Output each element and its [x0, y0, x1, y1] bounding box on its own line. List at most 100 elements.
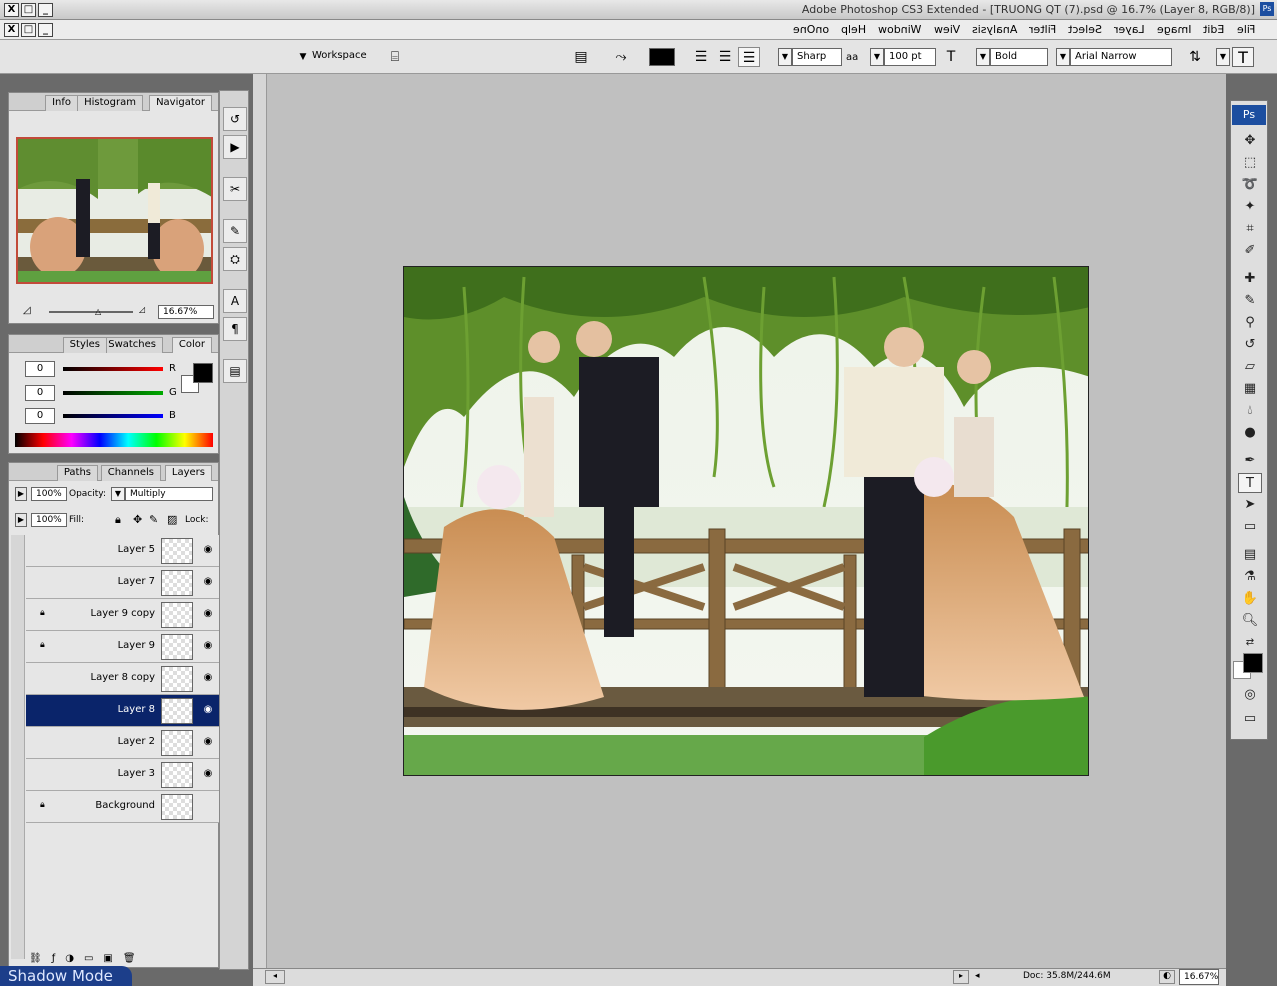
tool-presets-icon[interactable]: ✂: [223, 177, 247, 201]
lock-transparency-icon[interactable]: ▨: [167, 513, 177, 526]
status-zoom-field[interactable]: 16.67%: [1179, 969, 1219, 985]
notes-tool-icon[interactable]: ▤: [1238, 545, 1262, 565]
navigator-zoom-field[interactable]: 16.67%: [158, 305, 214, 319]
layer-thumbnail[interactable]: [161, 538, 193, 564]
layer-thumbnail[interactable]: [161, 794, 193, 820]
status-menu-icon[interactable]: ▸: [953, 970, 969, 984]
restore-button[interactable]: □: [21, 3, 36, 17]
layer-row[interactable]: Background 🔒︎: [26, 791, 219, 823]
layers-scrollbar[interactable]: [11, 535, 25, 959]
warp-text-icon[interactable]: ⤳: [610, 47, 632, 67]
font-family-dropdown[interactable]: ▼: [1056, 48, 1070, 66]
blur-tool-icon[interactable]: 💧︎: [1238, 401, 1262, 421]
menu-onone[interactable]: onOne: [793, 23, 829, 36]
brush-tool-icon[interactable]: ✎: [1238, 291, 1262, 311]
layer-row[interactable]: ◉ Layer 9 copy 🔒︎: [26, 599, 219, 631]
quick-mask-icon[interactable]: ◎: [1238, 685, 1262, 705]
tab-color[interactable]: Color: [171, 337, 212, 353]
hand-tool-icon[interactable]: ✋: [1238, 589, 1262, 609]
menu-filter[interactable]: Filter: [1029, 23, 1056, 36]
zoom-slider-handle[interactable]: △: [95, 307, 101, 316]
eye-icon[interactable]: ◉: [200, 542, 216, 558]
tab-layers[interactable]: Layers: [164, 465, 212, 481]
menu-window[interactable]: Window: [878, 23, 921, 36]
zoom-in-icon[interactable]: ◿: [139, 305, 145, 314]
fill-stepper[interactable]: ▶: [15, 513, 27, 527]
marquee-tool-icon[interactable]: ⬚: [1238, 153, 1262, 173]
color-spectrum-bar[interactable]: [15, 433, 213, 447]
type-tool-icon[interactable]: T: [1238, 473, 1262, 493]
layer-row[interactable]: ◉ Layer 8 copy: [26, 663, 219, 695]
history-brush-tool-icon[interactable]: ↺: [1238, 335, 1262, 355]
gradient-tool-icon[interactable]: ▦: [1238, 379, 1262, 399]
eye-icon[interactable]: ◉: [200, 574, 216, 590]
tool-preset-dropdown[interactable]: ▼: [1216, 48, 1230, 66]
red-slider[interactable]: [63, 367, 163, 371]
layer-row[interactable]: ◉ Layer 5: [26, 535, 219, 567]
magic-wand-tool-icon[interactable]: ✦: [1238, 197, 1262, 217]
navigator-thumbnail[interactable]: [16, 137, 213, 284]
lasso-tool-icon[interactable]: ➰: [1238, 175, 1262, 195]
dodge-tool-icon[interactable]: ●: [1238, 423, 1262, 443]
font-size-field[interactable]: 100 pt: [884, 48, 936, 66]
slice-tool-icon[interactable]: ✐: [1238, 241, 1262, 261]
lock-all-icon[interactable]: 🔒︎: [115, 513, 121, 527]
align-center-icon[interactable]: ☰: [714, 47, 736, 67]
menu-file[interactable]: File: [1237, 23, 1255, 36]
opacity-stepper[interactable]: ▶: [15, 487, 27, 501]
foreground-color-swatch[interactable]: [193, 363, 213, 383]
clone-source-icon[interactable]: ⛭: [223, 247, 247, 271]
tab-paths[interactable]: Paths: [56, 465, 98, 481]
healing-brush-tool-icon[interactable]: ✚: [1238, 269, 1262, 289]
menu-select[interactable]: Select: [1068, 23, 1102, 36]
history-icon[interactable]: ↺: [223, 107, 247, 131]
font-family-field[interactable]: Arial Narrow: [1070, 48, 1172, 66]
path-selection-tool-icon[interactable]: ➤: [1238, 495, 1262, 515]
tool-foreground-color[interactable]: [1243, 653, 1263, 673]
workspace-button[interactable]: Workspace: [312, 50, 367, 61]
menu-analysis[interactable]: Analysis: [972, 23, 1017, 36]
tab-swatches[interactable]: Swatches: [101, 337, 163, 353]
doc-restore-button[interactable]: □: [21, 23, 36, 37]
close-button[interactable]: X: [4, 3, 19, 17]
file-browser-icon[interactable]: ⌸: [384, 47, 406, 67]
align-left-icon[interactable]: ☰: [738, 47, 760, 67]
minimize-button[interactable]: _: [38, 3, 53, 17]
layer-row[interactable]: ◉ Layer 8: [26, 695, 219, 727]
actions-icon[interactable]: ▶: [223, 135, 247, 159]
font-size-dropdown[interactable]: ▼: [870, 48, 884, 66]
red-value[interactable]: 0: [25, 361, 55, 377]
lock-position-icon[interactable]: ✥: [133, 513, 142, 526]
clone-stamp-tool-icon[interactable]: ⚲: [1238, 313, 1262, 333]
font-style-dropdown[interactable]: ▼: [976, 48, 990, 66]
scroll-left-icon[interactable]: ◂: [265, 970, 285, 984]
swap-colors-icon[interactable]: ⇄: [1238, 633, 1262, 653]
green-slider[interactable]: [63, 391, 163, 395]
doc-minimize-button[interactable]: _: [38, 23, 53, 37]
layer-thumbnail[interactable]: [161, 634, 193, 660]
pen-tool-icon[interactable]: ✒: [1238, 451, 1262, 471]
antialias-field[interactable]: Sharp: [792, 48, 842, 66]
menu-image[interactable]: Image: [1157, 23, 1191, 36]
tab-info[interactable]: Info: [45, 95, 78, 111]
doc-close-button[interactable]: X: [4, 23, 19, 37]
text-color-swatch[interactable]: [649, 48, 675, 66]
opacity-field[interactable]: 100%: [31, 487, 67, 501]
eraser-tool-icon[interactable]: ▱: [1238, 357, 1262, 377]
text-orientation-icon[interactable]: ⇅: [1184, 47, 1206, 67]
menu-help[interactable]: Help: [841, 23, 866, 36]
brushes-icon[interactable]: ✎: [223, 219, 247, 243]
green-value[interactable]: 0: [25, 385, 55, 401]
blend-mode-field[interactable]: Multiply: [125, 487, 213, 501]
menu-view[interactable]: View: [934, 23, 960, 36]
font-style-field[interactable]: Bold: [990, 48, 1048, 66]
layer-row[interactable]: ◉ Layer 9 🔒︎: [26, 631, 219, 663]
paragraph-icon[interactable]: ¶: [223, 317, 247, 341]
eye-icon[interactable]: ◉: [200, 606, 216, 622]
layer-row[interactable]: ◉ Layer 3: [26, 759, 219, 791]
lock-pixels-icon[interactable]: ✎: [149, 513, 158, 526]
layer-thumbnail[interactable]: [161, 730, 193, 756]
layer-thumbnail[interactable]: [161, 698, 193, 724]
layer-footer-buttons[interactable]: ⛓ƒ◑▭▣🗑︎: [29, 953, 146, 964]
screen-mode-icon[interactable]: ▭: [1238, 709, 1262, 729]
